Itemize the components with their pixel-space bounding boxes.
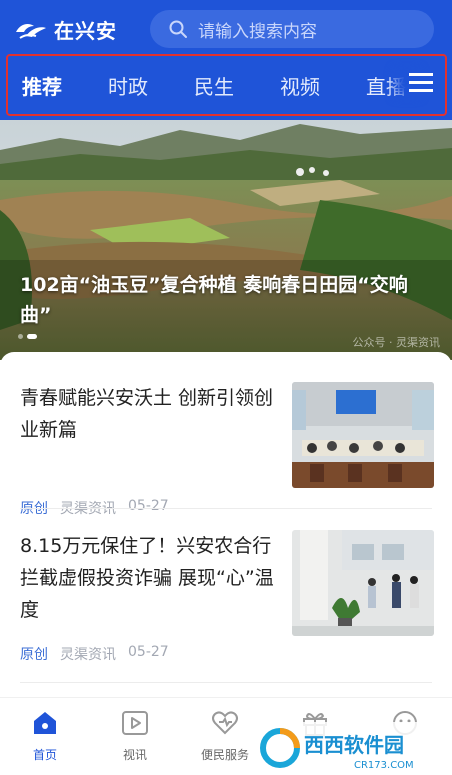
hero-banner[interactable]: 102亩“油玉豆”复合种植 奏响春日田园“交响曲” 公众号 · 灵渠资讯 <box>0 120 452 360</box>
menu-icon[interactable] <box>409 70 433 96</box>
feed-divider <box>20 682 432 683</box>
news-item[interactable]: 8.15万元保住了！兴安农合行拦截虚假投资诈骗 展现“心”温度 原创 灵渠资讯 … <box>20 530 434 663</box>
carousel-dot-active <box>27 334 37 339</box>
brand-name: 在兴安 <box>54 18 117 43</box>
feed-divider <box>20 508 432 509</box>
carousel-indicator <box>18 334 37 339</box>
carousel-dot <box>18 334 23 339</box>
nav-label: 便民服务 <box>200 748 249 762</box>
video-icon <box>122 711 148 735</box>
nav-label: 首页 <box>32 748 57 762</box>
nav-video[interactable]: 视讯 <box>95 708 175 763</box>
tab-livelihood[interactable]: 民生 <box>194 71 234 100</box>
news-source: 灵渠资讯 <box>60 647 116 663</box>
news-meta: 原创 灵渠资讯 05-27 <box>20 644 169 664</box>
brand: 在兴安 <box>14 14 117 44</box>
news-item[interactable]: 青春赋能兴安沃土 创新引领创业新篇 原创 灵渠资讯 05-27 <box>20 382 434 517</box>
heart-icon <box>212 711 238 735</box>
tab-bar: 推荐 时政 民生 视频 直播 <box>6 54 447 116</box>
site-watermark-logo: 西西软件园 CR173.COM <box>258 722 452 775</box>
tab-video[interactable]: 视频 <box>280 71 320 100</box>
news-thumbnail[interactable] <box>292 530 434 636</box>
tab-politics[interactable]: 时政 <box>108 71 148 100</box>
hero-title[interactable]: 102亩“油玉豆”复合种植 奏响春日田园“交响曲” <box>20 270 430 330</box>
nav-label: 视讯 <box>122 748 147 762</box>
news-title[interactable]: 8.15万元保住了！兴安农合行拦截虚假投资诈骗 展现“心”温度 <box>20 530 275 626</box>
search-icon <box>169 20 187 38</box>
watermark-brand: 西西软件园 <box>304 733 404 757</box>
app-header: 在兴安 请输入搜索内容 推荐 时政 民生 视频 直播 <box>0 0 452 120</box>
image-watermark: 公众号 · 灵渠资讯 <box>352 336 441 349</box>
nav-home[interactable]: 首页 <box>5 708 85 763</box>
watermark-url: CR173.COM <box>354 760 414 771</box>
news-title[interactable]: 青春赋能兴安沃土 创新引领创业新篇 <box>20 382 275 446</box>
tab-recommend[interactable]: 推荐 <box>22 71 62 100</box>
home-icon <box>34 712 56 734</box>
original-tag: 原创 <box>20 647 48 663</box>
news-feed: 青春赋能兴安沃土 创新引领创业新篇 原创 灵渠资讯 05-27 8.15万元保住… <box>0 352 452 697</box>
search-bar[interactable]: 请输入搜索内容 <box>150 10 434 48</box>
news-date: 05-27 <box>128 644 169 660</box>
nav-services[interactable]: 便民服务 <box>185 708 265 763</box>
tab-live[interactable]: 直播 <box>366 71 406 100</box>
news-thumbnail[interactable] <box>292 382 434 488</box>
brand-logo-icon <box>16 24 46 39</box>
search-input[interactable]: 请输入搜索内容 <box>198 17 317 42</box>
tab-list: 推荐 时政 民生 视频 直播 <box>22 56 445 114</box>
